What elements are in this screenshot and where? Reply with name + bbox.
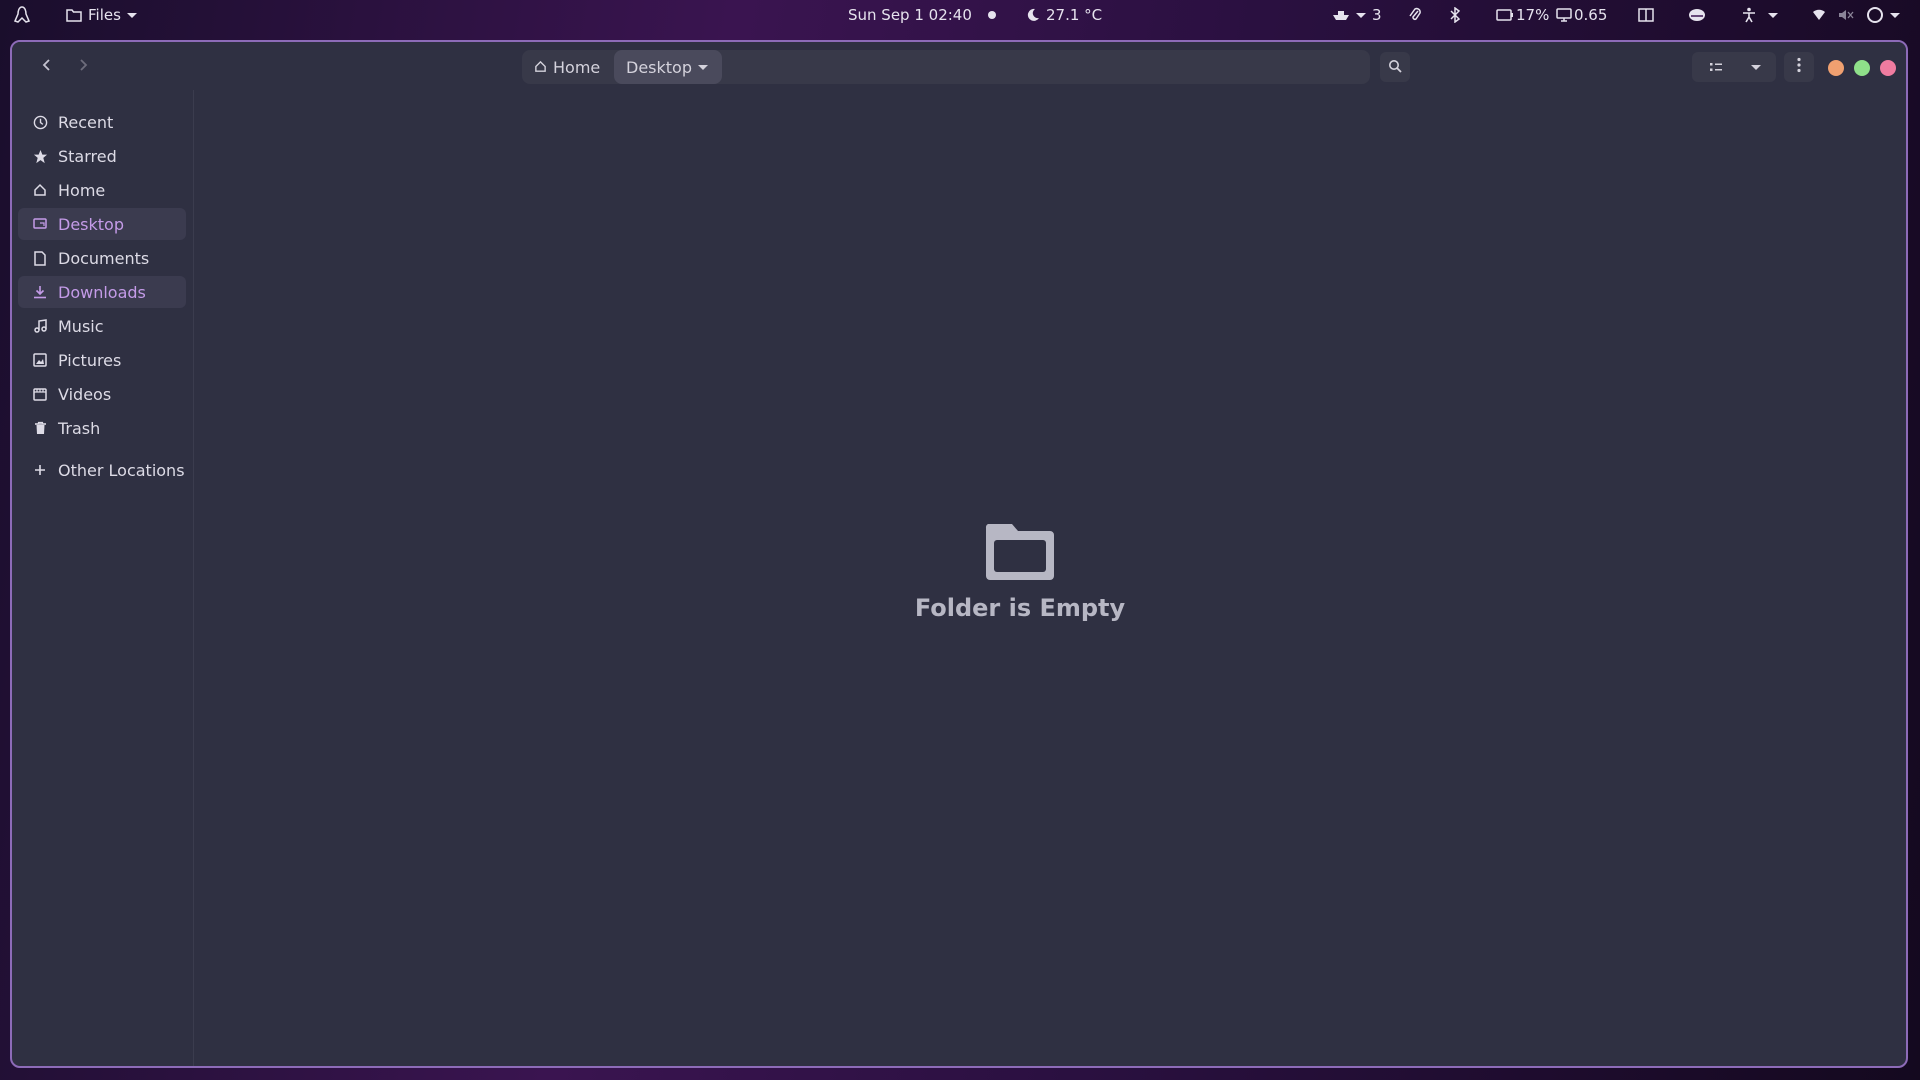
sidebar-item-other-locations[interactable]: Other Locations [18,454,186,486]
search-icon [1388,58,1402,77]
sidebar-item-label: Music [58,316,104,336]
bluetooth-icon[interactable] [1450,0,1460,30]
empty-folder-placeholder: Folder is Empty [870,520,1170,622]
notification-dot-icon [987,11,996,19]
main-menu-button[interactable] [1784,52,1814,82]
chevron-down-icon [126,12,137,18]
sidebar-item-desktop[interactable]: Desktop [18,208,186,240]
chevron-down-icon [1356,12,1366,18]
sidebar-item-home[interactable]: Home [18,174,186,206]
download-icon [32,284,48,300]
file-view[interactable]: Folder is Empty [194,90,1906,1066]
view-dropdown-button[interactable] [1738,52,1774,82]
files-window: Home Desktop Recent Starred Home Desktop… [10,40,1908,1068]
minimize-button[interactable] [1828,60,1844,76]
sidebar-item-label: Starred [58,146,117,166]
accessibility-menu[interactable] [1742,0,1778,30]
sidebar-item-music[interactable]: Music [18,310,186,342]
close-button[interactable] [1880,60,1896,76]
forward-button[interactable] [68,52,98,80]
video-icon [32,386,48,402]
moon-icon [1026,8,1040,22]
sidebar-item-starred[interactable]: Starred [18,140,186,172]
app-menu[interactable]: Files [66,0,137,30]
distro-logo-icon[interactable] [14,0,30,30]
paperclip-icon[interactable] [1408,0,1422,30]
chevron-down-icon [1768,12,1778,18]
list-view-button[interactable] [1698,52,1734,82]
accessibility-icon [1742,7,1756,23]
clock-label: Sun Sep 1 02:40 [848,6,972,24]
list-view-icon [1709,58,1723,77]
sidebar-item-label: Desktop [58,214,124,234]
power-menu[interactable] [1866,0,1900,30]
back-button[interactable] [32,52,62,80]
breadcrumb-label: Home [553,57,601,77]
sidebar-item-recent[interactable]: Recent [18,106,186,138]
desktop-icon [32,216,48,232]
trash-icon [32,420,48,436]
breadcrumb-home[interactable]: Home [522,50,614,84]
wifi-icon[interactable] [1812,0,1826,30]
sidebar-item-documents[interactable]: Documents [18,242,186,274]
battery-icon [1496,9,1514,21]
ship-icon [1332,8,1350,22]
sidebar-item-label: Documents [58,248,150,268]
sidebar-item-label: Videos [58,384,112,404]
sidebar-item-label: Downloads [58,282,146,302]
folder-icon [66,8,82,22]
top-panel: Files Sun Sep 1 02:40 27.1 °C 3 17% 0.65 [0,0,1920,30]
view-options [1692,52,1776,82]
search-button[interactable] [1380,52,1410,82]
sidebar-item-label: Other Locations [58,460,185,480]
home-icon [534,58,547,77]
load-label: 0.65 [1574,6,1608,24]
sidebar-item-downloads[interactable]: Downloads [18,276,186,308]
split-view-icon[interactable] [1638,0,1654,30]
weather-label: 27.1 °C [1046,6,1103,24]
document-icon [32,250,48,266]
empty-folder-message: Folder is Empty [914,594,1126,622]
home-icon [32,182,48,198]
breadcrumb-desktop[interactable]: Desktop [614,50,722,84]
folder-icon [870,520,1170,582]
app-menu-label: Files [88,6,121,24]
system-load-indicator[interactable]: 0.65 [1556,0,1607,30]
kebab-menu-icon [1797,57,1801,77]
notification-count: 3 [1372,6,1382,24]
star-icon [32,148,48,164]
notifications-indicator[interactable]: 3 [1332,0,1382,30]
header-bar: Home Desktop [12,42,1906,90]
sidebar-item-label: Trash [58,418,101,438]
picture-icon [32,352,48,368]
breadcrumb-label: Desktop [626,57,692,77]
sidebar-item-pictures[interactable]: Pictures [18,344,186,376]
chevron-down-icon [697,64,708,70]
plus-icon [32,462,48,478]
music-icon [32,318,48,334]
chevron-left-icon [42,57,52,76]
weather-indicator[interactable]: 27.1 °C [1026,0,1102,30]
sidebar-item-label: Home [58,180,106,200]
chevron-down-icon [1890,12,1900,18]
sidebar-item-videos[interactable]: Videos [18,378,186,410]
sidebar: Recent Starred Home Desktop Documents Do… [12,90,194,1066]
power-icon [1866,6,1884,24]
chevron-right-icon [78,57,88,76]
volume-muted-icon[interactable] [1838,0,1854,30]
chevron-down-icon [1751,64,1761,70]
sidebar-item-label: Pictures [58,350,122,370]
sidebar-item-trash[interactable]: Trash [18,412,186,444]
clock-icon [32,114,48,130]
drive-icon[interactable] [1688,0,1706,30]
clock[interactable]: Sun Sep 1 02:40 [848,0,996,30]
battery-label: 17% [1516,6,1550,24]
sidebar-item-label: Recent [58,112,114,132]
monitor-icon [1556,8,1572,22]
path-bar[interactable]: Home Desktop [522,50,1370,84]
maximize-button[interactable] [1854,60,1870,76]
battery-indicator[interactable]: 17% [1496,0,1549,30]
